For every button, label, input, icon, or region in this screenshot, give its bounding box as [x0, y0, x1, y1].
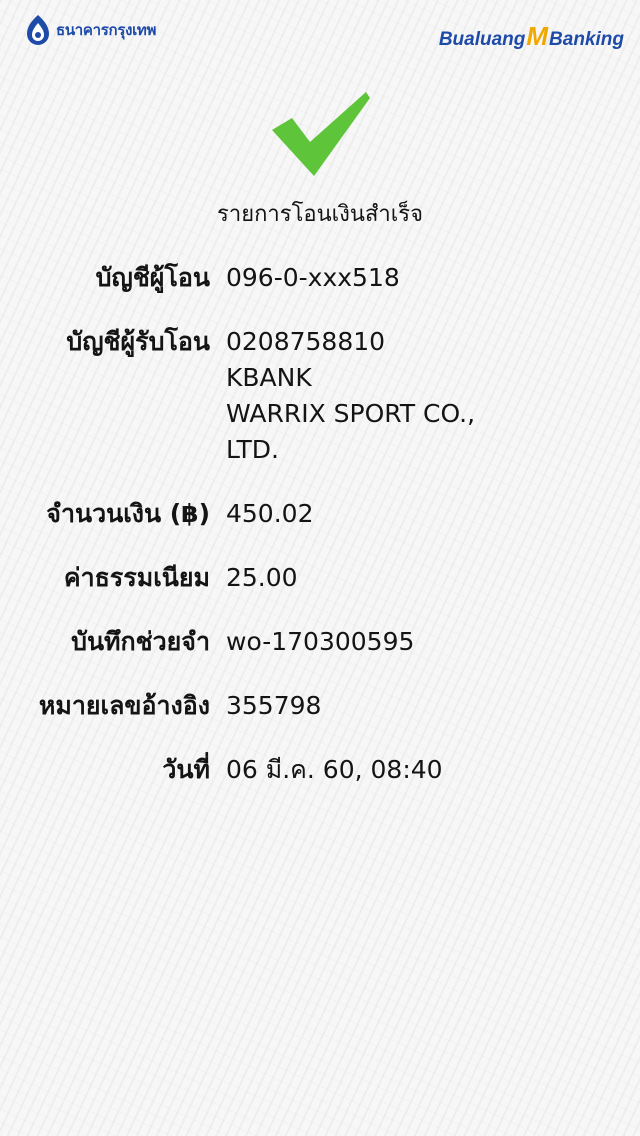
app-logo: BualuangMBanking [438, 21, 624, 52]
fee-label: ค่าธรรมเนียม [63, 563, 210, 592]
reference-number: 355798 [226, 691, 322, 720]
amount-number: 450.02 [226, 499, 314, 528]
from-account-value: 096-0-xxx518 [226, 260, 626, 296]
fee-row: ค่าธรรมเนียม 25.00 [0, 560, 640, 624]
memo-label: บันทึกช่วยจำ [71, 627, 210, 656]
fee-value: 25.00 [226, 560, 626, 596]
app-brand-part1: Bualuang [438, 29, 526, 50]
amount-value: 450.02 [226, 496, 626, 532]
app-brand-m: M [526, 21, 549, 51]
amount-label: จำนวนเงิน (฿) [46, 499, 210, 528]
to-account-name-line2: LTD. [226, 435, 279, 464]
date-text: 06 มี.ค. 60, 08:40 [226, 755, 443, 784]
to-account-bank: KBANK [226, 363, 312, 392]
bank-emblem-icon [27, 15, 49, 45]
to-account-value: 0208758810 KBANK WARRIX SPORT CO., LTD. [226, 324, 626, 468]
header: ธนาคารกรุงเทพ BualuangMBanking [0, 10, 640, 60]
to-account-number: 0208758810 [226, 327, 386, 356]
bank-name: ธนาคารกรุงเทพ [56, 21, 157, 39]
checkmark-icon [272, 92, 370, 176]
to-account-row: บัญชีผู้รับโอน 0208758810 KBANK WARRIX S… [0, 324, 640, 496]
reference-row: หมายเลขอ้างอิง 355798 [0, 688, 640, 752]
date-label: วันที่ [162, 755, 210, 784]
to-account-label: บัญชีผู้รับโอน [66, 327, 210, 356]
date-value: 06 มี.ค. 60, 08:40 [226, 752, 626, 788]
from-account-row: บัญชีผู้โอน 096-0-xxx518 [0, 260, 640, 324]
result-title: รายการโอนเงินสำเร็จ [217, 202, 423, 227]
app-brand-part2: Banking [549, 29, 624, 50]
bank-logo: ธนาคารกรุงเทพ [24, 14, 156, 46]
to-account-name-line1: WARRIX SPORT CO., [226, 399, 476, 428]
reference-label: หมายเลขอ้างอิง [38, 691, 210, 720]
amount-row: จำนวนเงิน (฿) 450.02 [0, 496, 640, 560]
from-account-number: 096-0-xxx518 [226, 263, 400, 292]
fee-number: 25.00 [226, 563, 298, 592]
date-row: วันที่ 06 มี.ค. 60, 08:40 [0, 752, 640, 816]
memo-value: wo-170300595 [226, 624, 626, 660]
reference-value: 355798 [226, 688, 626, 724]
transfer-details: บัญชีผู้โอน 096-0-xxx518 บัญชีผู้รับโอน … [0, 260, 640, 816]
memo-text: wo-170300595 [226, 627, 415, 656]
from-account-label: บัญชีผู้โอน [95, 263, 210, 292]
memo-row: บันทึกช่วยจำ wo-170300595 [0, 624, 640, 688]
